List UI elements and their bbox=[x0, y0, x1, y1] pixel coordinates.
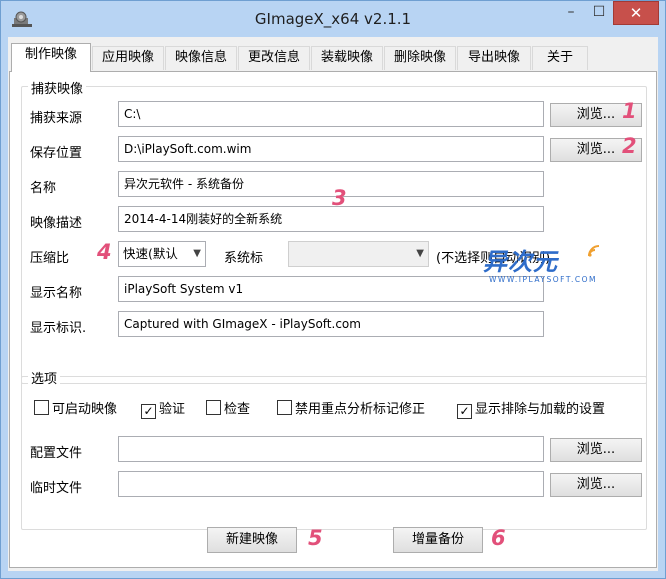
system-flag-label: 系统标 bbox=[224, 251, 264, 266]
annotation-6: 6 bbox=[491, 526, 506, 550]
save-location-label: 保存位置 bbox=[30, 146, 83, 161]
browse-config-button[interactable]: 浏览... bbox=[550, 438, 642, 462]
temp-file-field[interactable] bbox=[118, 471, 544, 497]
tab-apply-image[interactable]: 应用映像 bbox=[92, 46, 164, 70]
watermark-text: 异次元 bbox=[483, 248, 558, 276]
browse-temp-button[interactable]: 浏览... bbox=[550, 473, 642, 497]
display-name-field[interactable]: iPlaySoft System v1 bbox=[118, 276, 544, 302]
compression-value: 快速(默认 bbox=[123, 246, 178, 261]
verify-label: 验证 bbox=[159, 402, 186, 417]
tab-panel: 捕获映像 捕获来源 C:\ 浏览... 保存位置 D:\iPlaySoft.co… bbox=[9, 71, 657, 568]
display-name-label: 显示名称 bbox=[30, 286, 83, 301]
name-label: 名称 bbox=[30, 181, 57, 196]
name-field[interactable]: 异次元软件 - 系统备份 bbox=[118, 171, 544, 197]
check-label: 检查 bbox=[224, 402, 251, 417]
annotation-2: 2 bbox=[622, 134, 637, 158]
description-label: 映像描述 bbox=[30, 216, 83, 231]
config-file-label: 配置文件 bbox=[30, 446, 83, 461]
tab-change-info[interactable]: 更改信息 bbox=[238, 46, 310, 70]
bootable-label: 可启动映像 bbox=[52, 402, 118, 417]
system-flag-select[interactable]: ▼ bbox=[288, 241, 429, 267]
compression-select[interactable]: 快速(默认 ▼ bbox=[118, 241, 206, 267]
wifi-icon bbox=[588, 245, 600, 257]
client-area: 制作映像 应用映像 映像信息 更改信息 装载映像 删除映像 导出映像 关于 捕获… bbox=[8, 37, 658, 571]
source-field[interactable]: C:\ bbox=[118, 101, 544, 127]
tab-image-info[interactable]: 映像信息 bbox=[165, 46, 237, 70]
check-checkbox[interactable]: 检查 bbox=[206, 398, 250, 417]
disable-reparse-label: 禁用重点分析标记修正 bbox=[295, 402, 426, 417]
verify-checkbox[interactable]: ✓ 验证 bbox=[141, 398, 185, 419]
compression-label: 压缩比 bbox=[30, 251, 70, 266]
annotation-4: 4 bbox=[97, 240, 112, 264]
tab-about[interactable]: 关于 bbox=[532, 46, 588, 70]
incremental-backup-button[interactable]: 增量备份 bbox=[393, 527, 483, 553]
capture-group-title: 捕获映像 bbox=[28, 78, 87, 97]
check-icon: ✓ bbox=[141, 404, 156, 419]
save-location-field[interactable]: D:\iPlaySoft.com.wim bbox=[118, 136, 544, 162]
maximize-button[interactable]: ☐ bbox=[585, 1, 613, 25]
chevron-down-icon: ▼ bbox=[416, 248, 424, 259]
display-flag-label: 显示标识. bbox=[30, 321, 87, 336]
show-exclusions-label: 显示排除与加载的设置 bbox=[475, 402, 606, 417]
checkbox-box bbox=[277, 400, 292, 415]
tab-create-image[interactable]: 制作映像 bbox=[11, 43, 91, 72]
close-button[interactable]: ✕ bbox=[613, 1, 659, 25]
watermark-subtext: WWW.IPLAYSOFT.COM bbox=[489, 275, 598, 284]
checkbox-box bbox=[206, 400, 221, 415]
tab-delete-image[interactable]: 删除映像 bbox=[384, 46, 456, 70]
config-file-field[interactable] bbox=[118, 436, 544, 462]
show-exclusions-checkbox[interactable]: ✓ 显示排除与加载的设置 bbox=[457, 398, 605, 419]
annotation-3: 3 bbox=[332, 186, 347, 210]
checkbox-box bbox=[34, 400, 49, 415]
options-group-title: 选项 bbox=[28, 368, 61, 387]
disable-reparse-checkbox[interactable]: 禁用重点分析标记修正 bbox=[277, 398, 425, 417]
tab-mount-image[interactable]: 装载映像 bbox=[311, 46, 383, 70]
app-window: GImageX_x64 v2.1.1 – ☐ ✕ 制作映像 应用映像 映像信息 … bbox=[0, 0, 666, 579]
tab-strip: 制作映像 应用映像 映像信息 更改信息 装载映像 删除映像 导出映像 关于 bbox=[8, 43, 658, 72]
display-flag-field[interactable]: Captured with GImageX - iPlaySoft.com bbox=[118, 311, 544, 337]
annotation-1: 1 bbox=[622, 99, 637, 123]
annotation-5: 5 bbox=[308, 526, 323, 550]
description-field[interactable]: 2014-4-14刚装好的全新系统 bbox=[118, 206, 544, 232]
minimize-button[interactable]: – bbox=[557, 1, 585, 25]
bootable-checkbox[interactable]: 可启动映像 bbox=[34, 398, 117, 417]
temp-file-label: 临时文件 bbox=[30, 481, 83, 496]
new-image-button[interactable]: 新建映像 bbox=[207, 527, 297, 553]
source-label: 捕获来源 bbox=[30, 111, 83, 126]
tab-export-image[interactable]: 导出映像 bbox=[457, 46, 531, 70]
watermark-logo: 异次元 WWW.IPLAYSOFT.COM bbox=[483, 242, 600, 284]
check-icon: ✓ bbox=[457, 404, 472, 419]
capture-group: 捕获映像 bbox=[21, 78, 647, 384]
title-bar[interactable]: GImageX_x64 v2.1.1 – ☐ ✕ bbox=[1, 1, 665, 37]
chevron-down-icon: ▼ bbox=[193, 248, 201, 259]
